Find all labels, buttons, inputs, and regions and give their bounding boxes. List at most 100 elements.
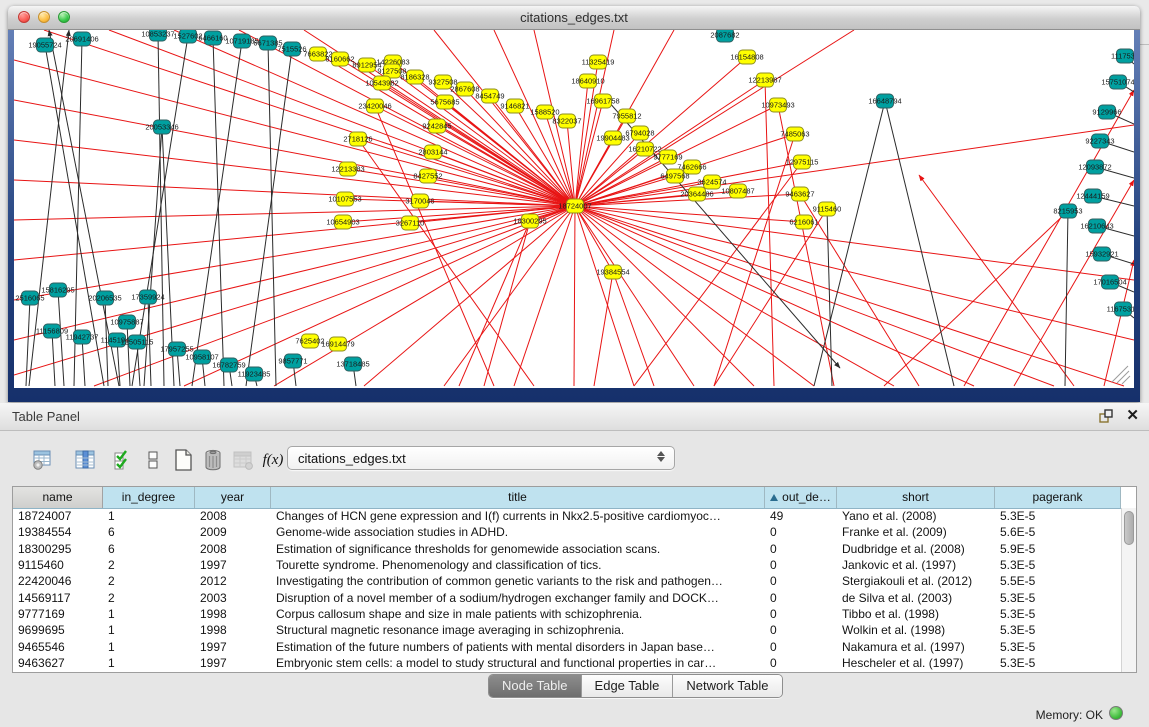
svg-text:10807487: 10807487 [721,187,754,196]
tab-node-table[interactable]: Node Table [489,675,582,697]
svg-text:8186328: 8186328 [400,73,429,82]
tab-network-table[interactable]: Network Table [673,675,781,697]
svg-text:2087682: 2087682 [710,31,739,40]
table-options-icon[interactable] [28,445,58,475]
cell-out_degree: 0 [765,558,837,572]
svg-text:12975115: 12975115 [786,158,819,167]
memory-status-indicator[interactable] [1109,706,1123,720]
table-row[interactable]: 1938455462009Genome-wide association stu… [13,524,1121,540]
table-row[interactable]: 1830029562008Estimation of significance … [13,541,1121,557]
svg-text:6466160: 6466160 [198,34,227,43]
svg-text:19055724: 19055724 [28,41,61,50]
network-canvas-container: 1905572420691406108532371527602646616010… [14,30,1134,388]
cell-out_degree: 0 [765,591,837,605]
svg-text:23420046: 23420046 [358,102,391,111]
svg-text:18640910: 18640910 [571,77,604,86]
show-columns-checklist-icon[interactable] [108,445,138,475]
column-header-in_degree[interactable]: in_degree [103,487,195,508]
svg-text:12505115: 12505115 [121,338,154,347]
cell-name: 14569117 [13,591,103,605]
cell-name: 19384554 [13,525,103,539]
svg-text:20206535: 20206535 [88,294,121,303]
table-row[interactable]: 946554611997Estimation of the future num… [13,638,1121,654]
svg-text:16210643: 16210643 [1080,222,1113,231]
cell-pagerank: 5.6E-5 [995,525,1121,539]
svg-text:6794028: 6794028 [625,129,654,138]
cell-year: 1997 [195,656,271,670]
cell-in_degree: 2 [103,558,195,572]
column-header-title[interactable]: title [271,487,765,508]
cell-name: 9699695 [13,623,103,637]
cell-short: Stergiakouli et al. (2012) [837,574,995,588]
panel-divider [1140,44,1149,45]
svg-text:10654903: 10654903 [326,218,359,227]
svg-text:9129966: 9129966 [1092,108,1121,117]
cell-pagerank: 5.3E-5 [995,656,1121,670]
function-builder-icon[interactable]: f(x) [258,445,288,475]
cell-title: Tourette syndrome. Phenomenology and cla… [271,558,765,572]
cell-out_degree: 0 [765,607,837,621]
table-selector-dropdown[interactable]: citations_edges.txt [287,446,675,470]
table-row[interactable]: 946362711997Embryonic stem cells: a mode… [13,655,1121,671]
cell-name: 9463627 [13,656,103,670]
cell-year: 1998 [195,623,271,637]
svg-text:20691406: 20691406 [65,35,98,44]
svg-text:12444159: 12444159 [1076,192,1109,201]
svg-text:2718126: 2718126 [343,135,372,144]
cell-title: Embryonic stem cells: a model to study s… [271,656,765,670]
table-row[interactable]: 977716911998Corpus callosum shape and si… [13,606,1121,622]
column-header-pagerank[interactable]: pagerank [995,487,1121,508]
table-row[interactable]: 1872400712008Changes of HCN gene express… [13,508,1121,524]
svg-text:6497568: 6497568 [660,172,689,181]
cell-in_degree: 1 [103,607,195,621]
svg-text:1588520: 1588520 [530,108,559,117]
table-body: 1872400712008Changes of HCN gene express… [13,508,1121,672]
network-canvas[interactable]: 1905572420691406108532371527602646616010… [14,30,1134,388]
column-header-out_degree[interactable]: out_de… [765,487,837,508]
svg-text:7515526: 7515526 [277,45,306,54]
table-vertical-scrollbar[interactable] [1121,508,1136,672]
svg-text:17359924: 17359924 [131,293,164,302]
hide-columns-icon[interactable] [138,445,168,475]
column-header-name[interactable]: name [13,487,103,508]
cell-year: 2003 [195,591,271,605]
column-header-year[interactable]: year [195,487,271,508]
right-panel-gap [1140,0,1149,403]
column-header-short[interactable]: short [837,487,995,508]
table-selector-value: citations_edges.txt [298,451,406,466]
cell-out_degree: 0 [765,525,837,539]
cell-out_degree: 0 [765,574,837,588]
cell-in_degree: 1 [103,656,195,670]
table-row[interactable]: 911546021997Tourette syndrome. Phenomeno… [13,557,1121,573]
table-row[interactable]: 969969511998Structural magnetic resonanc… [13,622,1121,638]
cell-year: 2008 [195,542,271,556]
node-table: namein_degreeyeartitleout_de…shortpagera… [12,486,1137,673]
cell-in_degree: 2 [103,591,195,605]
network-window-titlebar[interactable]: citations_edges.txt [8,6,1140,30]
delete-column-icon[interactable] [198,445,228,475]
sort-ascending-icon [770,494,778,501]
cell-in_degree: 6 [103,542,195,556]
create-column-icon[interactable] [168,445,198,475]
scrollbar-thumb[interactable] [1124,511,1134,545]
cell-in_degree: 2 [103,574,195,588]
svg-text:9227343: 9227343 [1085,137,1114,146]
svg-text:7955812: 7955812 [612,112,641,121]
cell-out_degree: 0 [765,623,837,637]
cell-year: 1997 [195,558,271,572]
svg-text:18300295: 18300295 [513,217,546,226]
table-toolbar: f(x) citations_edges.txt [0,443,1149,477]
table-row[interactable]: 1456911722003Disruption of a novel membe… [13,589,1121,605]
float-panel-icon[interactable] [1097,408,1115,426]
tab-edge-table[interactable]: Edge Table [582,675,674,697]
cell-title: Estimation of the future numbers of pati… [271,640,765,654]
svg-text:10543982: 10543982 [365,79,398,88]
cell-pagerank: 5.3E-5 [995,623,1121,637]
cell-pagerank: 5.5E-5 [995,574,1121,588]
close-panel-icon[interactable]: ✕ [1126,406,1139,424]
select-column-icon[interactable] [70,445,100,475]
cell-short: Hescheler et al. (1997) [837,656,995,670]
cell-pagerank: 5.3E-5 [995,640,1121,654]
table-row[interactable]: 2242004622012Investigating the contribut… [13,573,1121,589]
cell-year: 1998 [195,607,271,621]
